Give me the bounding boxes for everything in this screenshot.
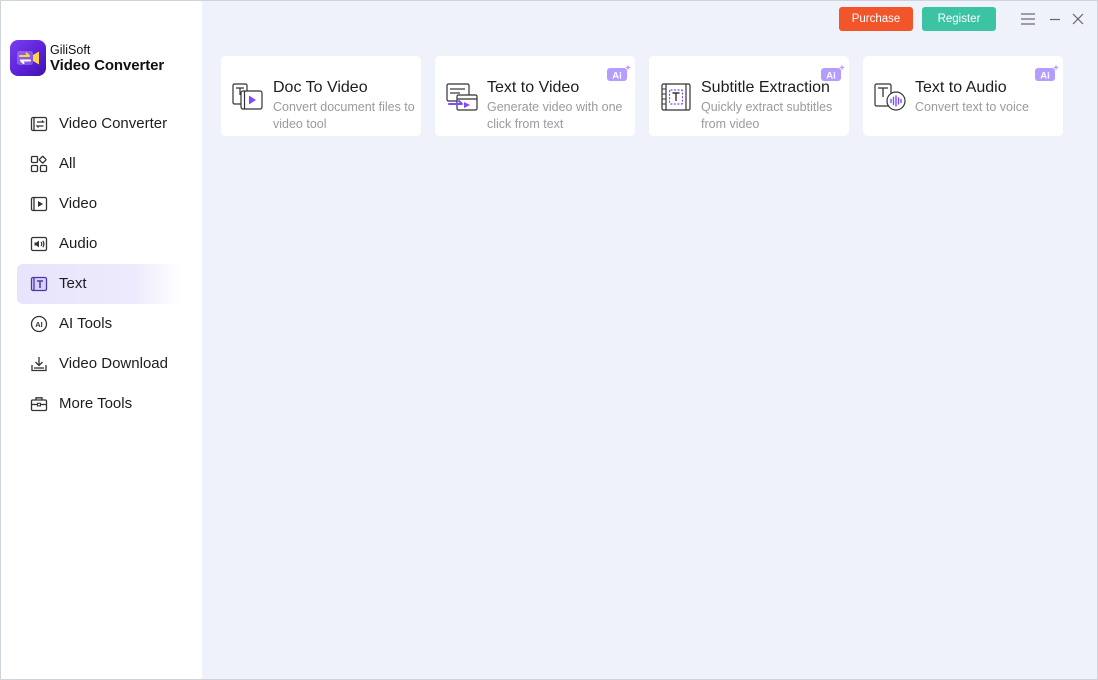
sidebar-item-label: All [59,155,76,172]
sidebar-item-more-tools[interactable]: More Tools [17,384,183,424]
card-title: Subtitle Extraction [701,79,830,96]
ai-badge-icon: Ai [821,64,845,81]
video-play-icon [30,196,48,212]
svg-text:Ai: Ai [1040,70,1050,81]
video-camera-convert-icon [10,40,46,76]
card-text-to-audio[interactable]: Text to Audio Convert text to voice Ai [863,56,1063,136]
sidebar-item-label: More Tools [59,395,133,412]
download-icon [31,357,47,372]
ai-badge-icon: Ai [607,64,631,81]
sidebar-item-video[interactable]: Video [17,184,183,224]
doc-to-video-icon [232,83,263,110]
sidebar-item-audio[interactable]: Audio [17,224,183,264]
app-window: GiliSoft Video Converter Video Converter… [0,0,1098,680]
subtitle-extraction-icon [661,83,691,111]
card-title: Doc To Video [273,79,368,96]
register-button[interactable]: Register [922,7,996,31]
video-converter-icon [30,116,48,132]
sidebar-item-label: Text [59,275,87,292]
text-icon [30,276,48,292]
svg-text:Ai: Ai [612,70,622,81]
sidebar-item-label: Video Converter [59,115,168,132]
card-doc-to-video[interactable]: Doc To Video Convert document files to v… [221,56,421,136]
ai-badge-icon: Ai [1035,64,1059,81]
sidebar-item-all[interactable]: All [17,144,183,184]
sidebar-item-video-download[interactable]: Video Download [17,344,183,384]
svg-text:Ai: Ai [826,70,836,81]
svg-text:AI: AI [35,320,43,329]
card-title: Text to Video [487,79,580,96]
purchase-button[interactable]: Purchase [839,7,913,31]
card-description: Quickly extract subtitles from video [701,100,833,131]
grid-icon [30,155,48,173]
text-to-audio-icon [874,83,906,111]
card-subtitle-extraction[interactable]: Subtitle Extraction Quickly extract subt… [649,56,849,136]
sidebar-item-label: Video Download [59,355,168,372]
card-description: Convert text to voice [915,100,1029,114]
menu-icon[interactable] [1019,10,1037,28]
sidebar-item-label: AI Tools [59,315,113,332]
sidebar-item-label: Audio [59,235,98,252]
card-description: Convert document files to video tool [273,100,415,131]
card-title: Text to Audio [915,79,1007,96]
minimize-icon[interactable] [1046,10,1064,28]
sidebar-item-text[interactable]: Text [17,264,183,304]
close-icon[interactable] [1069,10,1087,28]
card-text-to-video[interactable]: Text to Video Generate video with one cl… [435,56,635,136]
ai-icon: AI [30,315,48,333]
brand-name: GiliSoft [50,43,91,57]
toolbox-icon [30,397,48,412]
text-to-video-icon [446,83,478,111]
sidebar-item-ai-tools[interactable]: AI AI Tools [17,304,183,344]
sidebar-item-label: Video [59,195,98,212]
audio-icon [30,236,48,252]
sidebar-item-video-converter[interactable]: Video Converter [17,104,183,144]
card-description: Generate video with one click from text [487,100,623,131]
product-name: Video Converter [50,57,165,74]
sidebar: GiliSoft Video Converter Video Converter… [1,1,202,679]
